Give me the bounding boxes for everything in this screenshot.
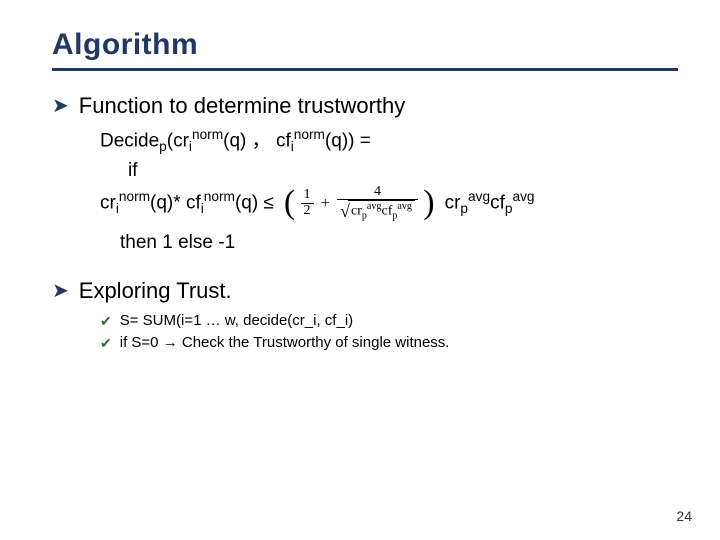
inequality-row: crinorm(q)* cfinorm(q) ≤ ( 12 + 4 √crpav… [100, 185, 678, 222]
chevron-icon: ➤ [52, 278, 69, 304]
decide-def: Decidep(crinorm(q) ， cfinorm(q)) = [100, 125, 678, 157]
formula: ( 12 + 4 √crpavgcfpavg ) [280, 185, 439, 222]
sub-ifzero: ✔ if S=0 → Check the Trustworthy of sing… [100, 332, 678, 355]
sub-sum: ✔ S= SUM(i=1 … w, decide(cr_i, cf_i) [100, 310, 678, 333]
check-icon: ✔ [100, 310, 112, 332]
title-rule [52, 68, 678, 71]
slide: Algorithm ➤ Function to determine trustw… [0, 0, 720, 540]
bullet-exploring: ➤ Exploring Trust. [52, 278, 678, 304]
then-clause: then 1 else -1 [120, 232, 678, 254]
check-icon: ✔ [100, 332, 112, 354]
bullet-function: ➤ Function to determine trustworthy [52, 93, 678, 119]
page-number: 24 [676, 508, 692, 524]
rhs: crpavgcfpavg [445, 187, 535, 219]
page-title: Algorithm [52, 28, 678, 62]
chevron-icon: ➤ [52, 93, 69, 119]
if-label: if [128, 157, 678, 185]
bullet-function-text: Function to determine trustworthy [79, 93, 405, 119]
arrow-icon: → [163, 334, 178, 351]
lhs: crinorm(q)* cfinorm(q) ≤ [100, 187, 274, 219]
bullet-exploring-text: Exploring Trust. [79, 278, 232, 304]
